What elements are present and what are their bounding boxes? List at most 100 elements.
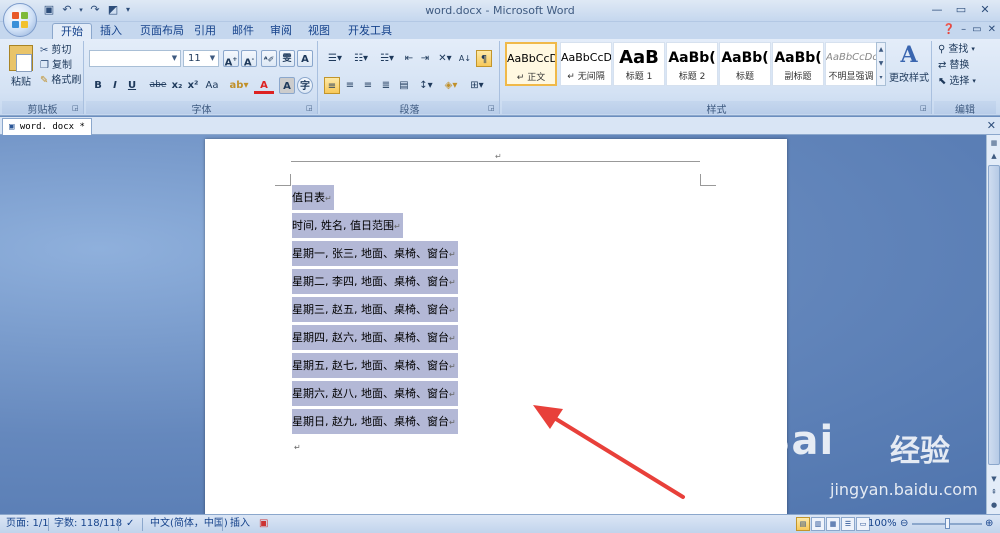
outline-icon[interactable]: ☰	[841, 517, 855, 531]
zoom-in-icon[interactable]: ⊕	[985, 515, 993, 533]
paste-button[interactable]: 粘贴	[6, 43, 36, 95]
line-spacing-icon[interactable]: ↕▾	[416, 77, 436, 94]
dialog-launcher-icon[interactable]: ◲	[306, 104, 315, 113]
office-button[interactable]	[3, 3, 37, 37]
print-layout-icon[interactable]: ▤	[796, 517, 810, 531]
highlight-icon[interactable]: ab▾	[228, 77, 250, 94]
copy-button[interactable]: ❐ 复制	[40, 59, 72, 73]
font-name-combo[interactable]: ▼	[89, 50, 181, 67]
character-border-button[interactable]: A	[297, 50, 313, 67]
select-button[interactable]: ⬉ 选择 ▾	[938, 74, 976, 89]
language-indicator[interactable]: 中文(简体，中国)	[150, 515, 228, 533]
zoom-out-icon[interactable]: ⊖	[900, 515, 908, 533]
dialog-launcher-icon[interactable]: ◲	[488, 104, 497, 113]
vertical-scrollbar[interactable]: ▦ ▲ ▼ ⇞ ●	[986, 135, 1000, 514]
paintbrush-icon: ✎	[40, 75, 49, 86]
word-count[interactable]: 字数: 118/118	[54, 515, 122, 533]
align-center-icon[interactable]: ≡	[342, 77, 358, 94]
superscript-button[interactable]: x²	[186, 77, 200, 94]
chevron-up-icon[interactable]: ▲	[877, 43, 885, 57]
web-layout-icon[interactable]: ▦	[826, 517, 840, 531]
shrink-font-button[interactable]: A-	[241, 50, 257, 68]
title-bar: ▣ ↶ ▾ ↷ ◩ ▾ word.docx - Microsoft Word —…	[0, 0, 1000, 22]
strikethrough-button[interactable]: abe	[149, 77, 167, 94]
document-page[interactable]: ↵ 值日表↵ 时间, 姓名, 值日范围↵ 星期一, 张三, 地面、桌椅、窗台↵ …	[205, 139, 787, 514]
character-shading-button[interactable]: A	[279, 77, 295, 94]
style-subtle-emphasis[interactable]: AaBbCcDc 不明显强调	[825, 42, 877, 86]
doc-restore-icon[interactable]: ▭	[972, 24, 981, 35]
tab-view[interactable]: 视图	[300, 23, 338, 40]
tab-insert[interactable]: 插入	[92, 23, 130, 40]
document-tab[interactable]: ▣ word. docx *	[2, 118, 92, 135]
close-icon[interactable]: ✕	[974, 2, 996, 18]
bullets-icon[interactable]: ☰▾	[324, 50, 346, 67]
tab-review[interactable]: 审阅	[262, 23, 300, 40]
increase-indent-icon[interactable]: ⇥	[418, 50, 432, 67]
decrease-indent-icon[interactable]: ⇤	[402, 50, 416, 67]
more-icon[interactable]: ▾	[877, 71, 885, 85]
phonetic-guide-button[interactable]: 雯	[279, 50, 295, 67]
help-icon[interactable]: ❓	[943, 24, 955, 35]
ruler-toggle-icon[interactable]: ▦	[988, 137, 1000, 149]
underline-button[interactable]: U	[125, 77, 139, 94]
doc-minimize-icon[interactable]: –	[961, 24, 966, 35]
chevron-down-icon[interactable]: ▼	[877, 57, 885, 71]
dialog-launcher-icon[interactable]: ◲	[72, 104, 81, 113]
replace-button[interactable]: ⇄ 替换	[938, 58, 969, 73]
close-icon[interactable]: ✕	[987, 119, 996, 132]
zoom-level[interactable]: 100%	[868, 515, 897, 533]
tab-home[interactable]: 开始	[52, 23, 92, 40]
insert-mode[interactable]: 插入	[230, 515, 250, 533]
cut-button[interactable]: ✂ 剪切	[40, 44, 71, 58]
numbering-icon[interactable]: ☷▾	[350, 50, 372, 67]
format-painter-button[interactable]: ✎ 格式刷	[40, 74, 81, 88]
shading-icon[interactable]: ◈▾	[440, 77, 462, 94]
bold-button[interactable]: B	[91, 77, 105, 94]
previous-page-icon[interactable]: ⇞	[988, 486, 1000, 498]
minimize-icon[interactable]: —	[926, 2, 948, 18]
multilevel-list-icon[interactable]: ☵▾	[376, 50, 398, 67]
style-heading-2[interactable]: AaBb( 标题 2	[666, 42, 718, 86]
style-title[interactable]: AaBb( 标题	[719, 42, 771, 86]
tab-references[interactable]: 引用	[186, 23, 224, 40]
style-normal[interactable]: AaBbCcD ↵ 正文	[505, 42, 557, 86]
style-subtitle[interactable]: AaBb( 副标题	[772, 42, 824, 86]
zoom-slider-thumb[interactable]	[945, 518, 950, 529]
sort-icon[interactable]: A↓	[458, 50, 472, 67]
gallery-scroll[interactable]: ▲ ▼ ▾	[876, 42, 886, 86]
tab-developer[interactable]: 开发工具	[340, 23, 400, 40]
enclose-characters-button[interactable]: 字	[297, 77, 313, 94]
clear-formatting-button[interactable]: ᴬ✐	[261, 50, 277, 67]
scrollbar-thumb[interactable]	[988, 165, 1000, 465]
scroll-down-icon[interactable]: ▼	[988, 473, 1000, 485]
borders-icon[interactable]: ⊞▾	[466, 77, 488, 94]
full-screen-reading-icon[interactable]: ▥	[811, 517, 825, 531]
font-size-combo[interactable]: 11 ▼	[183, 50, 219, 67]
justify-icon[interactable]: ≣	[378, 77, 394, 94]
page-indicator[interactable]: 页面: 1/1	[6, 515, 49, 533]
doc-close-icon[interactable]: ✕	[988, 24, 996, 35]
grow-font-button[interactable]: A+	[223, 50, 239, 68]
font-color-icon[interactable]: A	[254, 77, 274, 94]
style-no-spacing[interactable]: AaBbCcD ↵ 无间隔	[560, 42, 612, 86]
change-styles-button[interactable]: A 更改样式	[889, 41, 929, 97]
change-case-button[interactable]: Aa	[203, 77, 221, 94]
style-heading-1[interactable]: AaB 标题 1	[613, 42, 665, 86]
align-left-icon[interactable]: ≡	[324, 77, 340, 94]
asian-layout-icon[interactable]: ✕▾	[435, 50, 455, 67]
tab-page-layout[interactable]: 页面布局	[132, 23, 192, 40]
style-name: 标题	[735, 72, 754, 82]
proofing-icon[interactable]: ✓	[126, 515, 134, 533]
dialog-launcher-icon[interactable]: ◲	[920, 104, 929, 113]
distributed-icon[interactable]: ▤	[396, 77, 412, 94]
align-right-icon[interactable]: ≡	[360, 77, 376, 94]
subscript-button[interactable]: x₂	[170, 77, 184, 94]
show-marks-icon[interactable]: ¶	[476, 50, 492, 67]
macro-record-icon[interactable]: ▣	[259, 515, 268, 533]
find-button[interactable]: ⚲ 查找 ▾	[938, 42, 975, 57]
scroll-up-icon[interactable]: ▲	[988, 150, 1000, 162]
maximize-icon[interactable]: ▭	[950, 2, 972, 18]
italic-button[interactable]: I	[108, 77, 122, 94]
browse-object-icon[interactable]: ●	[988, 499, 1000, 511]
tab-mailings[interactable]: 邮件	[224, 23, 262, 40]
